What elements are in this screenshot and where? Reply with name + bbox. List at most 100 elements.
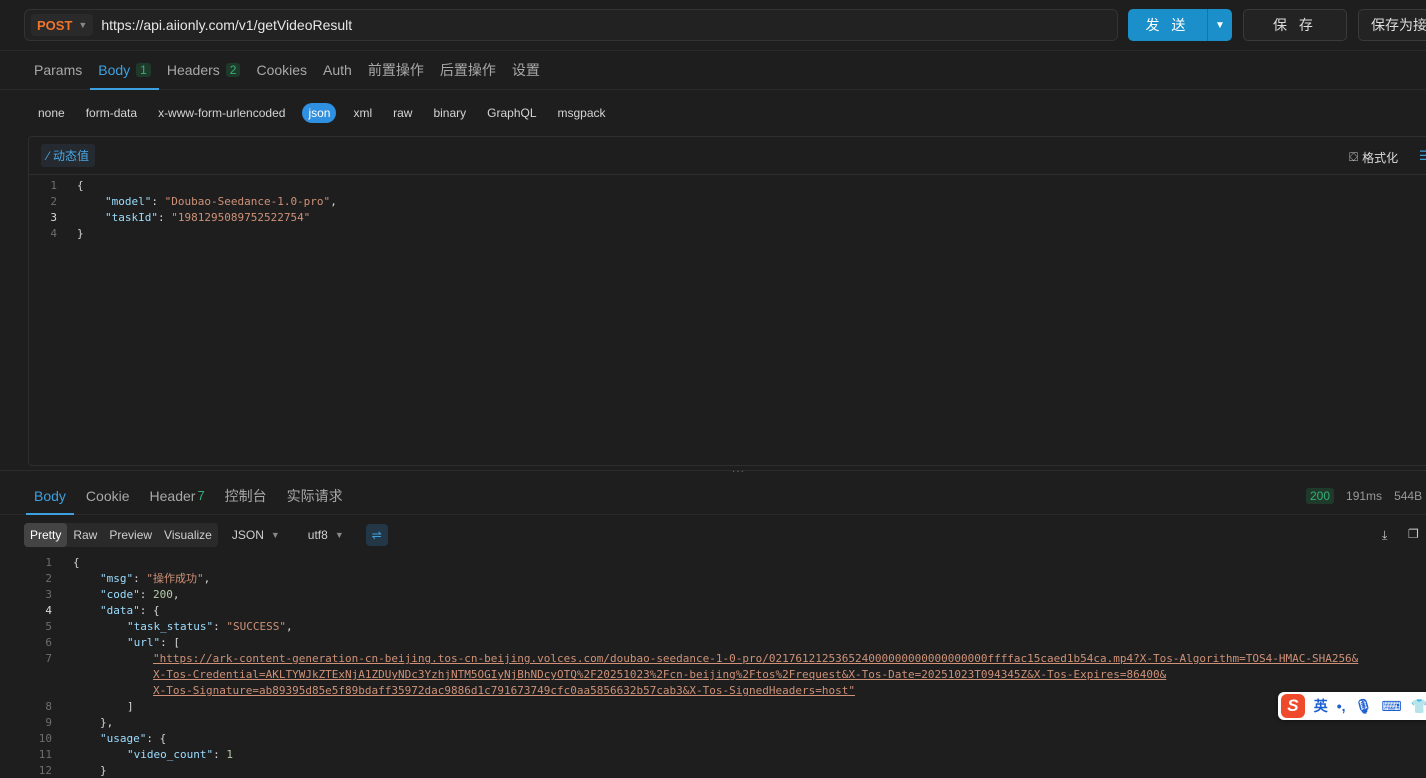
line-number: 10 [38, 732, 52, 745]
skin-icon[interactable]: 👕 [1411, 698, 1426, 715]
tab-headers[interactable]: Headers 2 [159, 51, 249, 89]
response-code[interactable]: 1{ 2 "msg": "操作成功", 3 "code": 200, 4 "data"… [24, 555, 1424, 778]
send-options-button[interactable]: ▼ [1207, 9, 1232, 41]
download-icon[interactable]: ⤓ [1382, 528, 1387, 543]
ime-language-toggle[interactable]: 英 [1314, 696, 1328, 716]
body-type-form-data[interactable]: form-data [82, 104, 141, 122]
tab-label: Cookie [85, 487, 130, 504]
url-link[interactable]: X-Tos-Credential=AKLTYWJkZTExNjA1ZDUyNDc… [153, 668, 1166, 681]
json-number: 200 [153, 588, 173, 601]
view-preview[interactable]: Preview [103, 523, 158, 547]
method-select[interactable]: POST ▼ [31, 14, 94, 36]
view-visualize[interactable]: Visualize [158, 523, 218, 547]
magic-wand-icon: ⁄ [47, 148, 50, 163]
tab-label: Params [34, 62, 83, 78]
body-type-graphql[interactable]: GraphQL [483, 104, 540, 122]
code-line: 10 "usage": { [24, 731, 1424, 747]
json-key: "model" [105, 195, 152, 208]
request-body-editor[interactable]: ⁄ 动态值 ⛋ 格式化 ☰ 1{ 2 "model": "Doubao-Seeda… [28, 136, 1426, 466]
url-input[interactable]: https://api.aiionly.com/v1/getVideoResul… [101, 17, 352, 33]
menu-icon[interactable]: ☰ [1419, 148, 1426, 164]
code-line: 1{ [24, 555, 1424, 571]
tab-params[interactable]: Params [26, 51, 90, 89]
count-badge: 7 [197, 488, 205, 503]
tab-label: Body [98, 62, 131, 78]
response-size: 544B [1394, 489, 1423, 503]
line-number [24, 667, 52, 683]
body-type-msgpack[interactable]: msgpack [554, 104, 610, 122]
code-line: 8] [24, 699, 1424, 715]
request-code[interactable]: 1{ 2 "model": "Doubao-Seedance-1.0-pro", … [29, 175, 1426, 242]
body-type-xml[interactable]: xml [349, 104, 376, 122]
sogou-logo: S [1281, 694, 1305, 718]
view-mode-segmented: Pretty Raw Preview Visualize [24, 523, 218, 547]
panel-splitter[interactable] [0, 470, 1426, 476]
send-button[interactable]: 发 送 [1128, 9, 1207, 41]
tab-label: 控制台 [224, 487, 267, 504]
tab-pre-operations[interactable]: 前置操作 [360, 51, 432, 89]
line-number: 3 [45, 588, 52, 601]
drag-handle-icon[interactable]: ··· [732, 466, 745, 477]
tab-settings[interactable]: 设置 [504, 51, 548, 89]
json-string: "SUCCESS" [226, 620, 286, 633]
tab-auth[interactable]: Auth [315, 51, 360, 89]
url-link[interactable]: X-Tos-Signature=ab89395d85e5f89bdaff3597… [153, 684, 855, 697]
tab-body[interactable]: Body 1 [90, 51, 159, 90]
request-bar: POST ▼ https://api.aiionly.com/v1/getVid… [0, 0, 1426, 50]
line-number: 7 [45, 652, 52, 665]
body-type-urlencoded[interactable]: x-www-form-urlencoded [154, 104, 289, 122]
code-line: 3 "taskId": "1981295089752522754" [29, 210, 1426, 226]
tab-cookies[interactable]: Cookies [248, 51, 315, 89]
tab-post-operations[interactable]: 后置操作 [432, 51, 504, 89]
json-key: "usage" [100, 732, 147, 745]
save-as-endpoint-button[interactable]: 保存为接口 [1358, 9, 1426, 41]
url-link[interactable]: "https://ark-content-generation-cn-beiji… [153, 652, 1358, 665]
code-line: 3 "code": 200, [24, 587, 1424, 603]
tab-response-header[interactable]: Header 7 [142, 477, 213, 514]
tab-response-body[interactable]: Body [26, 477, 74, 515]
code-line: 2 "msg": "操作成功", [24, 571, 1424, 587]
response-meta: 200 191ms 544B [1306, 488, 1422, 504]
json-string: "Doubao-Seedance-1.0-pro" [164, 195, 331, 208]
dynamic-value-button[interactable]: ⁄ 动态值 [41, 144, 96, 167]
editor-toolbar: ⁄ 动态值 ⛋ 格式化 ☰ [29, 137, 1426, 175]
code-line: 2 "model": "Doubao-Seedance-1.0-pro", [29, 194, 1426, 210]
json-key: "video_count" [127, 748, 214, 761]
tab-actual-request[interactable]: 实际请求 [279, 477, 351, 514]
view-pretty[interactable]: Pretty [24, 523, 68, 547]
body-type-selector: none form-data x-www-form-urlencoded jso… [34, 101, 623, 125]
body-type-none[interactable]: none [34, 104, 69, 122]
json-key: "code" [100, 588, 140, 601]
json-key: "taskId" [105, 211, 158, 224]
save-button[interactable]: 保 存 [1243, 9, 1347, 41]
encoding-select[interactable]: utf8 ▼ [308, 528, 344, 542]
format-select[interactable]: JSON ▼ [232, 528, 280, 542]
view-raw[interactable]: Raw [67, 523, 103, 547]
line-number: 1 [50, 179, 57, 192]
punctuation-icon[interactable]: •, [1337, 698, 1346, 714]
keyboard-icon[interactable]: ⌨ [1381, 698, 1401, 715]
format-icon: ⛋ [1349, 150, 1359, 164]
microphone-icon[interactable]: 🎙 [1355, 698, 1373, 715]
line-number [24, 683, 52, 699]
code-line: 4} [29, 226, 1426, 242]
body-type-binary[interactable]: binary [429, 104, 470, 122]
tab-label: Headers [166, 62, 220, 78]
copy-icon[interactable]: ❐ [1408, 527, 1419, 541]
body-type-json[interactable]: json [302, 103, 337, 123]
json-key: "msg" [100, 572, 134, 585]
body-type-raw[interactable]: raw [389, 104, 416, 122]
ime-toolbar[interactable]: S 英 •, 🎙 ⌨ 👕 [1278, 692, 1426, 720]
code-line: 11 "video_count": 1 [24, 747, 1424, 763]
line-number: 6 [45, 636, 52, 649]
code-line: 6 "url": [ [24, 635, 1424, 651]
word-wrap-icon[interactable]: ⇌ [365, 524, 388, 546]
tab-label: 前置操作 [367, 62, 424, 78]
code-line: 5 "task_status": "SUCCESS", [24, 619, 1424, 635]
tab-response-cookie[interactable]: Cookie [78, 477, 138, 514]
count-badge: 2 [225, 63, 241, 77]
json-key: "data" [100, 604, 140, 617]
line-number: 1 [45, 556, 52, 569]
format-button[interactable]: ⛋ 格式化 [1349, 149, 1398, 166]
tab-console[interactable]: 控制台 [217, 477, 275, 514]
